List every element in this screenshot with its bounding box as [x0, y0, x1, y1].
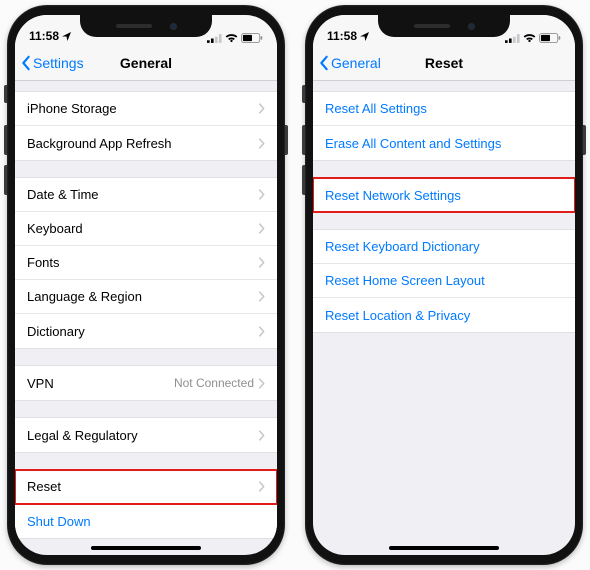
settings-content[interactable]: iPhone Storage Background App Refresh Dat… [15, 81, 277, 555]
settings-row[interactable]: Keyboard [15, 212, 277, 246]
chevron-right-icon [258, 378, 265, 389]
group-localization: Date & Time Keyboard Fonts Language & Regio… [15, 177, 277, 349]
reset-content[interactable]: Reset All Settings Erase All Content and … [313, 81, 575, 555]
phone-left: 11:58 Settings General iPhone Storage Bac… [7, 5, 285, 565]
battery-icon [241, 33, 263, 43]
nav-bar: Settings General [15, 45, 277, 81]
chevron-right-icon [258, 326, 265, 337]
row-label: Keyboard [27, 221, 258, 236]
settings-row[interactable]: iPhone Storage [15, 92, 277, 126]
chevron-left-icon [19, 55, 33, 71]
settings-row[interactable]: Background App Refresh [15, 126, 277, 160]
group-reset: Reset Shut Down [15, 469, 277, 539]
status-time: 11:58 [327, 29, 357, 43]
chevron-right-icon [258, 103, 265, 114]
chevron-right-icon [258, 430, 265, 441]
chevron-right-icon [258, 223, 265, 234]
settings-row[interactable]: Reset All Settings [313, 92, 575, 126]
row-label: Date & Time [27, 187, 258, 202]
wifi-icon [225, 34, 238, 43]
back-button[interactable]: General [313, 55, 381, 71]
row-label: iPhone Storage [27, 101, 258, 116]
row-value: Not Connected [174, 376, 254, 390]
settings-row[interactable]: Fonts [15, 246, 277, 280]
settings-row[interactable]: Reset Location & Privacy [313, 298, 575, 332]
settings-row[interactable]: Language & Region [15, 280, 277, 314]
cellular-icon [505, 34, 520, 43]
row-label: Legal & Regulatory [27, 428, 258, 443]
screen: 11:58 Settings General iPhone Storage Bac… [15, 15, 277, 555]
settings-row[interactable]: Date & Time [15, 178, 277, 212]
chevron-right-icon [258, 481, 265, 492]
row-label: Dictionary [27, 324, 258, 339]
nav-bar: General Reset [313, 45, 575, 81]
row-label: Fonts [27, 255, 258, 270]
settings-row[interactable]: Reset Home Screen Layout [313, 264, 575, 298]
home-indicator[interactable] [91, 546, 201, 550]
home-indicator[interactable] [389, 546, 499, 550]
row-label: Reset Location & Privacy [325, 308, 563, 323]
settings-row[interactable]: Reset Keyboard Dictionary [313, 230, 575, 264]
row-label: Erase All Content and Settings [325, 136, 563, 151]
settings-row[interactable]: Dictionary [15, 314, 277, 348]
row-label: Language & Region [27, 289, 258, 304]
chevron-right-icon [258, 138, 265, 149]
group-reset-other: Reset Keyboard Dictionary Reset Home Scre… [313, 229, 575, 333]
location-icon [62, 32, 71, 41]
back-button[interactable]: Settings [15, 55, 84, 71]
chevron-left-icon [317, 55, 331, 71]
cellular-icon [207, 34, 222, 43]
chevron-right-icon [258, 189, 265, 200]
notch [80, 15, 212, 37]
settings-row[interactable]: Reset [15, 470, 277, 504]
row-label: Reset [27, 479, 258, 494]
settings-row[interactable]: Reset Network Settings [313, 178, 575, 212]
row-label: Reset Network Settings [325, 188, 563, 203]
group-storage: iPhone Storage Background App Refresh [15, 91, 277, 161]
row-label: Background App Refresh [27, 136, 258, 151]
screen: 11:58 General Reset Reset All Settings Er… [313, 15, 575, 555]
status-time: 11:58 [29, 29, 59, 43]
group-vpn: VPNNot Connected [15, 365, 277, 401]
group-legal: Legal & Regulatory [15, 417, 277, 453]
group-reset-network: Reset Network Settings [313, 177, 575, 213]
notch [378, 15, 510, 37]
chevron-right-icon [258, 257, 265, 268]
phone-right: 11:58 General Reset Reset All Settings Er… [305, 5, 583, 565]
row-label: Reset Keyboard Dictionary [325, 239, 563, 254]
row-label: VPN [27, 376, 174, 391]
back-label: Settings [33, 55, 84, 71]
row-label: Reset Home Screen Layout [325, 273, 563, 288]
chevron-right-icon [258, 291, 265, 302]
back-label: General [331, 55, 381, 71]
battery-icon [539, 33, 561, 43]
row-label: Reset All Settings [325, 101, 563, 116]
settings-row[interactable]: Erase All Content and Settings [313, 126, 575, 160]
settings-row[interactable]: Legal & Regulatory [15, 418, 277, 452]
row-label: Shut Down [27, 514, 265, 529]
location-icon [360, 32, 369, 41]
wifi-icon [523, 34, 536, 43]
group-reset-all: Reset All Settings Erase All Content and … [313, 91, 575, 161]
settings-row[interactable]: VPNNot Connected [15, 366, 277, 400]
settings-row[interactable]: Shut Down [15, 504, 277, 538]
